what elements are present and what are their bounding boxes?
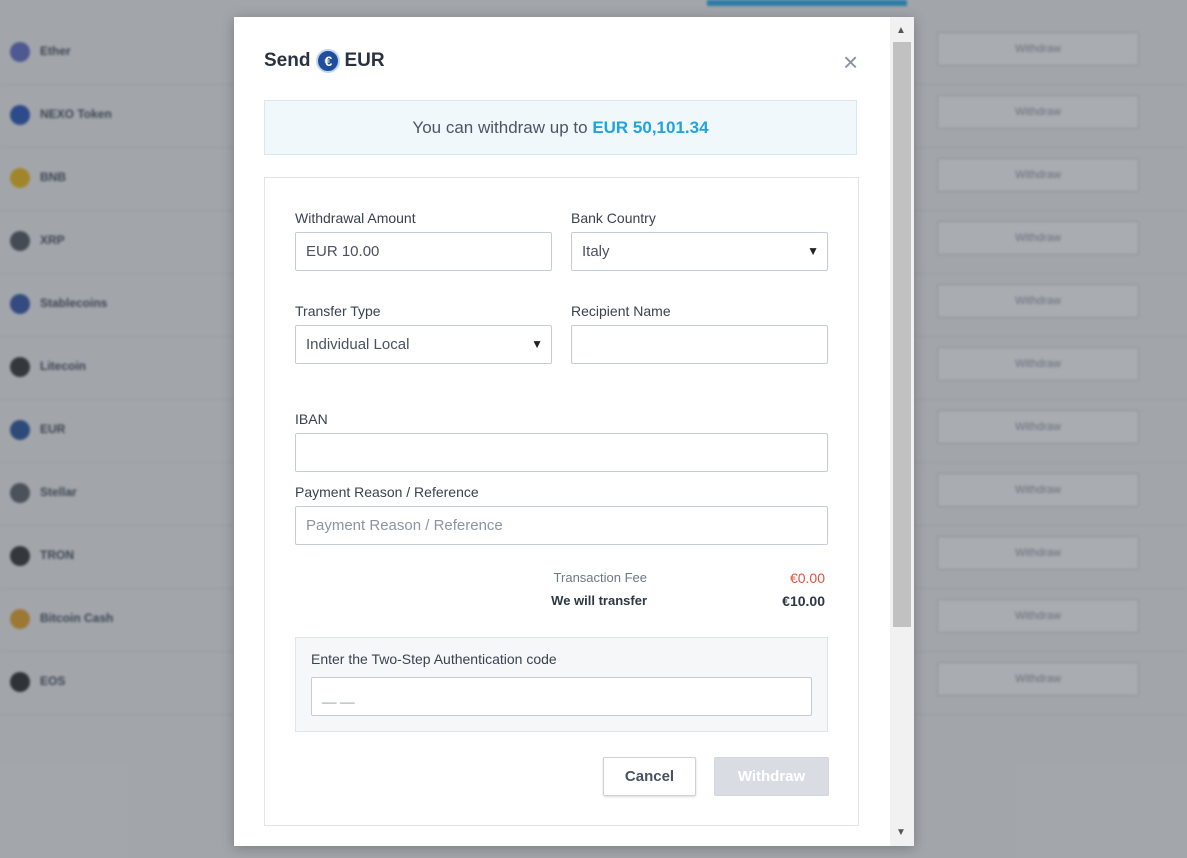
dropdown-arrow-icon: ▼ xyxy=(531,337,543,351)
transfer-type-label: Transfer Type xyxy=(295,303,381,319)
transaction-fee-label: Transaction Fee xyxy=(553,570,647,585)
limit-amount: EUR 50,101.34 xyxy=(592,118,709,137)
transfer-total-label: We will transfer xyxy=(551,593,647,608)
scroll-up-icon[interactable]: ▲ xyxy=(896,25,906,36)
iban-label: IBAN xyxy=(295,411,328,427)
transfer-total-value: €10.00 xyxy=(782,593,825,609)
bank-country-value: Italy xyxy=(582,243,610,260)
reference-label: Payment Reason / Reference xyxy=(295,484,479,500)
withdraw-form: Withdrawal Amount EUR 10.00 Bank Country… xyxy=(264,177,859,826)
recipient-name-input[interactable] xyxy=(571,325,828,364)
amount-input[interactable]: EUR 10.00 xyxy=(295,232,552,271)
withdraw-button[interactable]: Withdraw xyxy=(714,757,829,796)
scroll-thumb[interactable] xyxy=(893,42,911,627)
title-currency: EUR xyxy=(344,50,385,71)
recipient-label: Recipient Name xyxy=(571,303,671,319)
transaction-fee-value: €0.00 xyxy=(789,570,825,586)
bank-country-select[interactable]: Italy ▼ xyxy=(571,232,828,271)
reference-input[interactable]: Payment Reason / Reference xyxy=(295,506,828,545)
title-prefix: Send xyxy=(264,50,311,71)
tfa-code-input[interactable]: __ __ xyxy=(311,677,812,716)
dropdown-arrow-icon: ▼ xyxy=(807,244,819,258)
limit-text: You can withdraw up to xyxy=(412,118,588,137)
modal-title: Send € EUR xyxy=(264,49,385,73)
two-step-auth-box: Enter the Two-Step Authentication code _… xyxy=(295,637,828,732)
iban-input[interactable] xyxy=(295,433,828,472)
transfer-type-value: Individual Local xyxy=(306,336,410,353)
send-eur-modal: Send € EUR × You can withdraw up to EUR … xyxy=(234,17,914,846)
transfer-type-select[interactable]: Individual Local ▼ xyxy=(295,325,552,364)
scroll-down-icon[interactable]: ▼ xyxy=(896,827,906,838)
modal-scrollbar[interactable]: ▲ ▼ xyxy=(890,17,914,846)
cancel-button[interactable]: Cancel xyxy=(603,757,696,796)
amount-label: Withdrawal Amount xyxy=(295,210,416,226)
bank-country-label: Bank Country xyxy=(571,210,656,226)
eur-coin-icon: € xyxy=(316,49,341,73)
tfa-label: Enter the Two-Step Authentication code xyxy=(311,651,557,667)
withdraw-limit-banner: You can withdraw up to EUR 50,101.34 xyxy=(264,100,857,155)
close-icon[interactable]: × xyxy=(843,47,858,78)
